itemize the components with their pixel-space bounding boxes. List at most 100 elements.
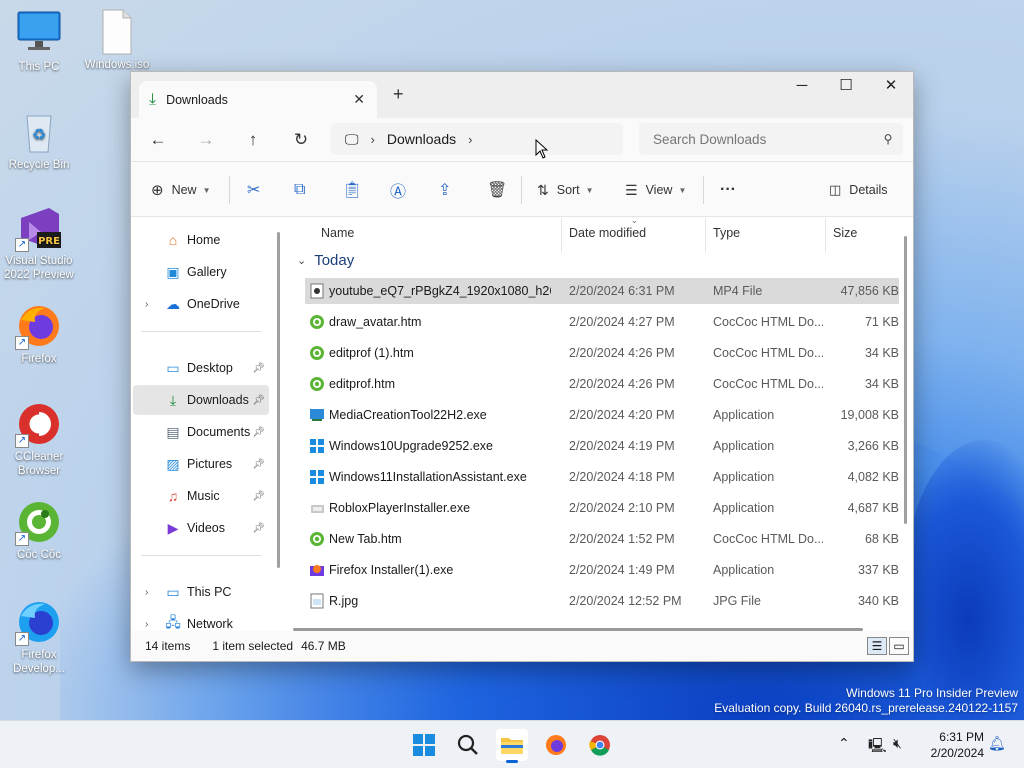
sort-label: Sort bbox=[556, 183, 580, 197]
column-divider[interactable] bbox=[705, 218, 706, 252]
sidebar-item-documents[interactable]: ▤ Documents 📌︎ bbox=[133, 417, 269, 447]
file-row[interactable]: youtube_eQ7_rPBgkZ4_1920x1080_h264.... 2/… bbox=[305, 278, 899, 304]
column-header-name[interactable]: Name bbox=[321, 226, 354, 240]
sidebar-item-this-pc[interactable]: › ▭ This PC bbox=[133, 577, 269, 607]
desktop-icon-firefox-developer[interactable]: ↗ Firefox Develop... bbox=[1, 598, 77, 676]
up-arrow-icon[interactable]: ↑ bbox=[240, 129, 266, 151]
file-row[interactable]: Firefox Installer(1).exe 2/20/2024 1:49 P… bbox=[305, 557, 899, 583]
sidebar-item-label: Gallery bbox=[187, 265, 227, 279]
breadcrumb-downloads[interactable]: Downloads bbox=[387, 131, 456, 147]
column-divider[interactable] bbox=[825, 218, 826, 252]
pin-icon[interactable]: 📌︎ bbox=[252, 491, 265, 502]
shortcut-arrow-icon: ↗ bbox=[15, 336, 29, 350]
network-tray-icon[interactable]: 🖳︎ bbox=[868, 735, 887, 759]
file-row[interactable]: RobloxPlayerInstaller.exe 2/20/2024 2:10 … bbox=[305, 495, 899, 521]
file-row[interactable]: Windows11InstallationAssistant.exe 2/20/2… bbox=[305, 464, 899, 490]
forward-arrow-icon[interactable]: → bbox=[193, 129, 219, 151]
details-view-toggle[interactable]: ☰ bbox=[867, 637, 887, 655]
new-button[interactable]: ⊕ New ▼ bbox=[151, 178, 211, 202]
column-divider[interactable] bbox=[561, 218, 562, 252]
more-options-button[interactable]: ··· bbox=[720, 178, 736, 202]
system-clock[interactable]: 6:31 PM 2/20/2024 bbox=[931, 729, 984, 761]
start-button[interactable] bbox=[408, 729, 440, 761]
file-name: Firefox Installer(1).exe bbox=[329, 563, 454, 577]
sidebar-item-desktop[interactable]: ▭ Desktop 📌︎ bbox=[133, 353, 269, 383]
new-tab-button[interactable]: + bbox=[393, 84, 404, 105]
desktop-icon-this-pc[interactable]: This PC bbox=[1, 10, 77, 74]
desktop-icon-label: Visual Studio 2022 Preview bbox=[4, 255, 74, 281]
chrome-taskbar-button[interactable] bbox=[584, 729, 616, 761]
file-explorer-taskbar-button[interactable] bbox=[496, 729, 528, 763]
close-tab-icon[interactable]: ✕ bbox=[353, 91, 365, 108]
chevron-right-icon[interactable]: › bbox=[468, 132, 472, 147]
sidebar-divider bbox=[141, 331, 261, 332]
delete-button[interactable]: 🗑︎ bbox=[487, 178, 507, 202]
desktop-icon-coccoc[interactable]: ↗ Cốc Cốc bbox=[1, 498, 77, 562]
minimize-button[interactable]: ─ bbox=[779, 72, 825, 102]
sidebar-item-home[interactable]: ⌂ Home bbox=[133, 225, 269, 255]
column-header-date[interactable]: Date modified bbox=[569, 226, 646, 240]
refresh-icon[interactable]: ↻ bbox=[288, 129, 314, 151]
sidebar-item-pictures[interactable]: ▨ Pictures 📌︎ bbox=[133, 449, 269, 479]
tiles-view-toggle[interactable]: ▭ bbox=[889, 637, 909, 655]
chevron-right-icon[interactable]: › bbox=[145, 587, 148, 598]
desktop-icon-recycle-bin[interactable]: ♻ Recycle Bin bbox=[1, 108, 77, 172]
rename-button[interactable]: Ⓐ bbox=[390, 178, 406, 202]
desktop-icon-visual-studio[interactable]: PRE ↗ Visual Studio 2022 Preview bbox=[1, 204, 77, 282]
copy-button[interactable]: ⧉ bbox=[294, 178, 305, 202]
group-label: Today bbox=[314, 252, 355, 269]
back-arrow-icon[interactable]: ← bbox=[145, 129, 171, 151]
file-row[interactable]: draw_avatar.htm 2/20/2024 4:27 PM CocCoc H… bbox=[305, 309, 899, 335]
close-button[interactable]: ✕ bbox=[868, 72, 914, 102]
maximize-button[interactable]: ☐ bbox=[823, 72, 869, 102]
sidebar-item-onedrive[interactable]: › ☁ OneDrive bbox=[133, 289, 269, 319]
paste-button[interactable]: 📋︎ bbox=[342, 178, 362, 202]
firefox-taskbar-button[interactable] bbox=[540, 729, 572, 761]
sort-button[interactable]: ⇅ Sort ▼ bbox=[537, 178, 594, 202]
view-button[interactable]: ☰ View ▼ bbox=[625, 178, 686, 202]
file-row[interactable]: R.jpg 2/20/2024 12:52 PM JPG File 340 KB bbox=[305, 588, 899, 614]
pin-icon[interactable]: 📌︎ bbox=[252, 523, 265, 534]
search-box[interactable]: ⚲ bbox=[639, 123, 903, 155]
chevron-right-icon[interactable]: › bbox=[371, 132, 375, 147]
sidebar-item-music[interactable]: ♫ Music 📌︎ bbox=[133, 481, 269, 511]
group-header-today[interactable]: ⌄ Today bbox=[297, 252, 354, 269]
chevron-right-icon[interactable]: › bbox=[145, 299, 148, 310]
sidebar-item-gallery[interactable]: ▣ Gallery bbox=[133, 257, 269, 287]
visual-studio-icon: PRE ↗ bbox=[15, 204, 63, 252]
sidebar-item-videos[interactable]: ▶ Videos 📌︎ bbox=[133, 513, 269, 543]
column-header-size[interactable]: Size bbox=[833, 226, 857, 240]
desktop-icon-windows-iso[interactable]: Windows.iso bbox=[79, 8, 155, 72]
details-button[interactable]: ◫ Details bbox=[829, 178, 888, 202]
volume-muted-icon[interactable]: 🔇︎ bbox=[893, 735, 902, 752]
file-row[interactable]: editprof.htm 2/20/2024 4:26 PM CocCoc HTML… bbox=[305, 371, 899, 397]
firefox-icon: ↗ bbox=[15, 302, 63, 350]
chevron-down-icon[interactable]: ⌄ bbox=[297, 254, 306, 267]
sidebar-item-downloads[interactable]: ⤓ Downloads 📌︎ bbox=[133, 385, 269, 415]
share-button[interactable]: ⇪ bbox=[438, 178, 451, 202]
desktop-icon-firefox[interactable]: ↗ Firefox bbox=[1, 302, 77, 366]
search-input[interactable] bbox=[653, 131, 873, 147]
chevron-right-icon[interactable]: › bbox=[145, 619, 148, 630]
file-row[interactable]: MediaCreationTool22H2.exe 2/20/2024 4:20 … bbox=[305, 402, 899, 428]
chevron-up-icon[interactable]: ⌃ bbox=[838, 735, 850, 752]
pin-icon[interactable]: 📌︎ bbox=[252, 427, 265, 438]
tab-downloads[interactable]: ⤓ Downloads ✕ bbox=[139, 81, 377, 118]
file-name: Windows11InstallationAssistant.exe bbox=[329, 470, 527, 484]
file-row[interactable]: Windows10Upgrade9252.exe 2/20/2024 4:19 P… bbox=[305, 433, 899, 459]
sidebar-item-label: Network bbox=[187, 617, 233, 631]
notification-bell-icon[interactable]: 🔔︎ bbox=[988, 735, 1006, 752]
vertical-scrollbar[interactable] bbox=[904, 236, 907, 524]
desktop-icon-ccleaner[interactable]: ↗ CCleaner Browser bbox=[1, 400, 77, 478]
search-taskbar-button[interactable] bbox=[452, 729, 484, 761]
pin-icon[interactable]: 📌︎ bbox=[252, 395, 265, 406]
file-row[interactable]: New Tab.htm 2/20/2024 1:52 PM CocCoc HTML … bbox=[305, 526, 899, 552]
address-bar[interactable]: 🖵 › Downloads › bbox=[331, 123, 623, 155]
sidebar-scrollbar[interactable] bbox=[277, 232, 280, 568]
pin-icon[interactable]: 📌︎ bbox=[252, 363, 265, 374]
cut-button[interactable]: ✂ bbox=[247, 178, 260, 202]
file-row[interactable]: editprof (1).htm 2/20/2024 4:26 PM CocCoc … bbox=[305, 340, 899, 366]
pin-icon[interactable]: 📌︎ bbox=[252, 459, 265, 470]
file-date: 2/20/2024 4:18 PM bbox=[569, 470, 675, 484]
column-header-type[interactable]: Type bbox=[713, 226, 740, 240]
